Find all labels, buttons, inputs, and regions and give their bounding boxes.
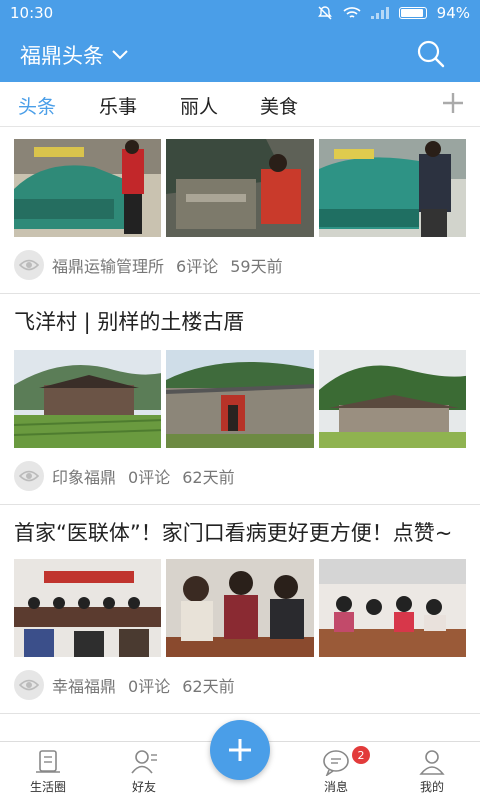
search-icon [417, 40, 445, 68]
article-card[interactable]: 首家“医联体”！家门口看病更好更方便！点赞~ 幸福福鼎 0评论 62天前 [0, 505, 480, 714]
battery-icon [398, 7, 427, 19]
friends-icon [131, 750, 157, 774]
article-source: 幸福福鼎 [52, 677, 117, 696]
wifi-icon [343, 7, 361, 18]
category-tabs: 头条 乐事 丽人 美食 [0, 82, 480, 127]
status-bar: 10:30 94% [0, 0, 480, 26]
user-icon [419, 750, 445, 775]
app-title: 福鼎头条 [20, 44, 104, 68]
article-comments: 6评论 [176, 257, 219, 276]
nav-label: 消息 [323, 780, 348, 794]
status-time: 10:30 [10, 4, 54, 22]
article-image [166, 559, 314, 657]
tab-beauty[interactable]: 丽人 [180, 92, 218, 119]
source-avatar [14, 250, 44, 280]
article-image [14, 350, 162, 448]
eye-icon [19, 679, 39, 691]
article-title: 首家“医联体”！家门口看病更好更方便！点赞~ [14, 521, 453, 545]
signal-icon [370, 7, 389, 19]
message-badge: 2 [352, 746, 370, 764]
nav-label: 好友 [131, 780, 156, 794]
eye-icon [19, 470, 39, 482]
article-image [166, 350, 314, 448]
eye-icon [19, 259, 39, 271]
source-avatar [14, 461, 44, 491]
app-header: 福鼎头条 [0, 26, 480, 82]
plus-icon [229, 739, 251, 761]
chat-bubble-icon [323, 750, 349, 776]
channel-selector[interactable]: 福鼎头条 [20, 40, 128, 70]
article-source: 福鼎运输管理所 [52, 257, 165, 276]
article-thumbnails [14, 559, 466, 657]
nav-life-circle[interactable]: 生活圈 [8, 748, 88, 795]
tab-fun[interactable]: 乐事 [99, 92, 137, 119]
article-meta: 幸福福鼎 0评论 62天前 [14, 657, 466, 713]
article-meta: 福鼎运输管理所 6评论 59天前 [14, 237, 466, 293]
life-circle-icon [36, 750, 60, 773]
article-image [14, 559, 162, 657]
article-time: 62天前 [182, 468, 235, 487]
nav-mine[interactable]: 我的 [392, 748, 472, 795]
article-thumbnails [14, 350, 466, 448]
search-button[interactable] [416, 39, 446, 73]
tab-headlines[interactable]: 头条 [18, 92, 56, 119]
publish-button[interactable] [210, 720, 270, 780]
chevron-down-icon [112, 50, 128, 60]
article-comments: 0评论 [128, 677, 171, 696]
article-time: 59天前 [230, 257, 283, 276]
article-card[interactable]: 飞洋村 | 别样的土楼古厝 印象福鼎 0评论 62天前 [0, 294, 480, 505]
article-source: 印象福鼎 [52, 468, 117, 487]
article-time: 62天前 [182, 677, 235, 696]
bottom-nav: 生活圈 好友 消息 2 我的 [0, 720, 480, 800]
article-comments: 0评论 [128, 468, 171, 487]
mute-bell-icon [317, 6, 332, 20]
article-image [318, 139, 466, 237]
article-image [318, 559, 466, 657]
add-tab-button[interactable] [440, 90, 466, 120]
article-card[interactable]: 福鼎运输管理所 6评论 59天前 [0, 127, 480, 294]
nav-label: 生活圈 [29, 780, 66, 794]
plus-icon [443, 93, 463, 113]
nav-label: 我的 [419, 780, 444, 794]
battery-percent: 94% [436, 4, 470, 22]
article-image [14, 139, 162, 237]
tab-food[interactable]: 美食 [260, 92, 298, 119]
source-avatar [14, 670, 44, 700]
article-image [166, 139, 314, 237]
article-thumbnails [14, 139, 466, 237]
nav-friends[interactable]: 好友 [104, 748, 184, 795]
article-title: 飞洋村 | 别样的土楼古厝 [14, 310, 245, 334]
article-image [318, 350, 466, 448]
article-meta: 印象福鼎 0评论 62天前 [14, 448, 466, 504]
news-feed: 福鼎运输管理所 6评论 59天前 飞洋村 | 别样的土楼古厝 印象福鼎 0评论 … [0, 127, 480, 741]
